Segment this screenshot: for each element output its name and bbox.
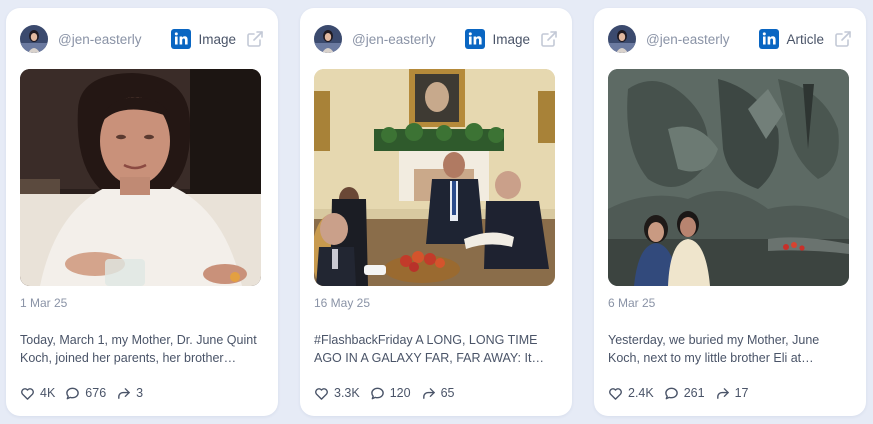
likes-count: 2.4K xyxy=(628,386,654,400)
comment-icon xyxy=(664,387,678,399)
post-card[interactable]: @jen-easterly Article 6 Mar 25 Yesterday… xyxy=(594,8,866,416)
post-image[interactable] xyxy=(608,69,849,286)
comment-icon xyxy=(66,387,80,399)
post-image[interactable] xyxy=(314,69,555,286)
post-header: @jen-easterly Image xyxy=(314,24,558,54)
author-handle[interactable]: @jen-easterly xyxy=(58,32,142,47)
post-text: Today, March 1, my Mother, Dr. June Quin… xyxy=(20,333,257,365)
external-link-icon[interactable] xyxy=(540,30,558,48)
post-date: 6 Mar 25 xyxy=(608,296,656,310)
likes-stat: 4K xyxy=(20,386,55,401)
linkedin-icon xyxy=(759,29,780,49)
post-type-label: Image xyxy=(198,31,236,47)
comments-stat: 676 xyxy=(65,386,106,401)
shares-stat: 3 xyxy=(116,386,143,401)
post-date: 16 May 25 xyxy=(314,296,371,310)
post-date: 1 Mar 25 xyxy=(20,296,68,310)
share-icon xyxy=(118,387,130,399)
likes-stat: 2.4K xyxy=(608,386,654,401)
linkedin-icon xyxy=(465,29,486,49)
share-icon xyxy=(422,387,435,399)
author-handle[interactable]: @jen-easterly xyxy=(352,32,436,47)
heart-icon xyxy=(609,387,622,400)
post-type-label: Article xyxy=(786,31,824,47)
heart-icon xyxy=(21,387,34,400)
likes-stat: 3.3K xyxy=(314,386,360,401)
avatar[interactable] xyxy=(608,25,636,53)
post-card[interactable]: @jen-easterly Image xyxy=(6,8,278,416)
author-handle[interactable]: @jen-easterly xyxy=(646,32,730,47)
shares-stat: 65 xyxy=(421,386,455,401)
engagement-stats: 4K 676 3 xyxy=(20,384,153,402)
linkedin-icon xyxy=(171,29,192,49)
shares-count: 17 xyxy=(734,386,749,400)
comments-stat: 120 xyxy=(370,386,411,401)
share-icon xyxy=(716,387,729,399)
heart-icon xyxy=(315,387,328,400)
post-card[interactable]: @jen-easterly Image xyxy=(300,8,572,416)
likes-count: 4K xyxy=(40,386,56,400)
comments-count: 261 xyxy=(683,386,705,400)
post-text: #FlashbackFriday A LONG, LONG TIME AGO I… xyxy=(314,333,538,365)
post-type-label: Image xyxy=(492,31,530,47)
post-header: @jen-easterly Image xyxy=(20,24,264,54)
likes-count: 3.3K xyxy=(334,386,360,400)
engagement-stats: 2.4K 261 17 xyxy=(608,384,758,402)
avatar[interactable] xyxy=(20,25,48,53)
comments-count: 120 xyxy=(389,386,411,400)
comments-stat: 261 xyxy=(664,386,705,401)
engagement-stats: 3.3K 120 65 xyxy=(314,384,464,402)
comment-icon xyxy=(370,387,384,399)
external-link-icon[interactable] xyxy=(834,30,852,48)
external-link-icon[interactable] xyxy=(246,30,264,48)
avatar[interactable] xyxy=(314,25,342,53)
shares-stat: 17 xyxy=(715,386,749,401)
shares-count: 65 xyxy=(440,386,455,400)
shares-count: 3 xyxy=(136,386,144,400)
comments-count: 676 xyxy=(85,386,107,400)
post-image[interactable] xyxy=(20,69,261,286)
post-text: Yesterday, we buried my Mother, June Koc… xyxy=(608,333,820,365)
post-header: @jen-easterly Article xyxy=(608,24,852,54)
